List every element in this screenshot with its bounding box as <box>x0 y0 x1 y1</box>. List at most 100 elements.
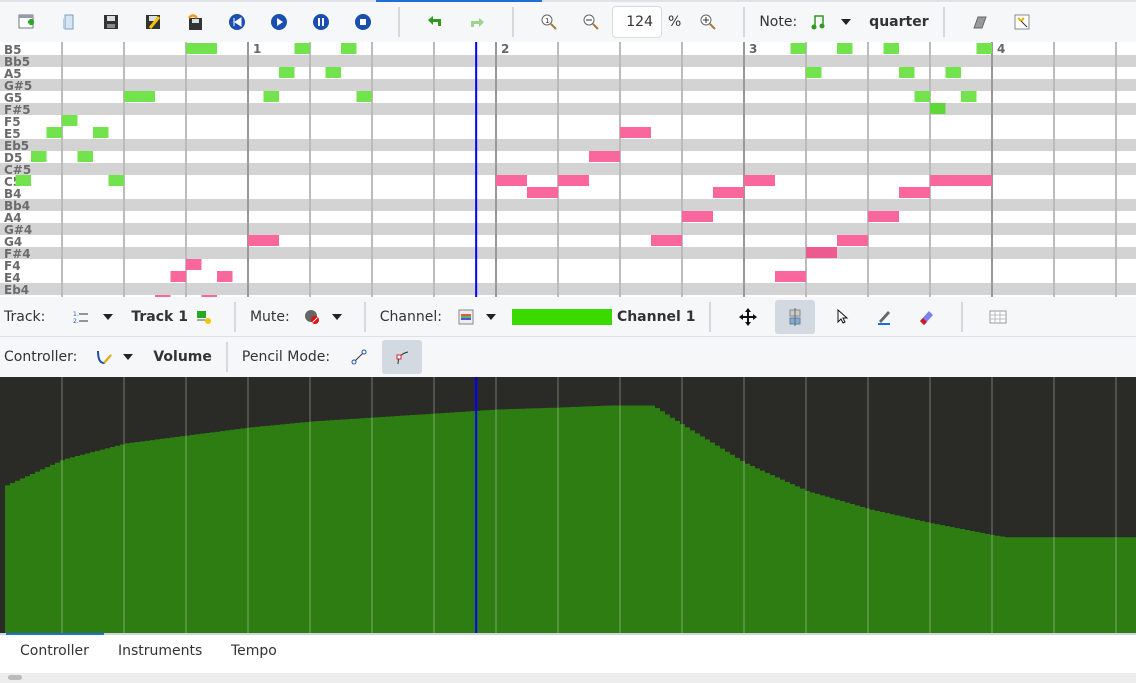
new-track-button[interactable] <box>194 302 214 332</box>
midi-note <box>186 259 202 270</box>
channel-button[interactable] <box>454 302 478 332</box>
midi-note <box>558 175 589 186</box>
size-tool-button[interactable] <box>775 299 816 334</box>
magic-icon <box>1014 14 1030 30</box>
tab-tempo[interactable]: Tempo <box>231 643 277 659</box>
channel-dropdown-arrow[interactable] <box>485 313 496 320</box>
track-label: Track: <box>4 308 46 325</box>
track-toolbar: Track: 1. 2. Track 1 Mute: Channel: Chann… <box>0 297 1136 337</box>
note-label: Note: <box>759 14 798 30</box>
open-file-icon <box>63 14 74 30</box>
track-dropdown-arrow[interactable] <box>103 313 114 320</box>
channel-value: Channel 1 <box>616 308 696 325</box>
midi-note <box>961 91 977 102</box>
open-file-button[interactable] <box>54 7 84 37</box>
stop-button[interactable] <box>348 7 378 37</box>
mute-dropdown-arrow[interactable] <box>331 313 342 320</box>
controller-toolbar: Controller: Volume Pencil Mode: <box>0 337 1136 377</box>
new-file-button[interactable] <box>12 7 42 37</box>
revert-button[interactable] <box>180 7 210 37</box>
black-key-row <box>0 283 1136 295</box>
pencil-tool-button[interactable] <box>869 302 899 332</box>
select-tool-button[interactable] <box>827 302 857 332</box>
pencil-line-button[interactable] <box>344 342 374 372</box>
save-icon <box>104 15 118 29</box>
midi-note <box>837 235 868 246</box>
move-icon <box>739 307 758 326</box>
move-tool-button[interactable] <box>733 302 763 332</box>
controller-button[interactable] <box>93 342 115 372</box>
midi-note <box>496 175 527 186</box>
undo-button[interactable] <box>420 7 450 37</box>
midi-note <box>325 67 341 78</box>
undo-icon <box>428 16 441 26</box>
skip-back-button[interactable] <box>222 7 252 37</box>
midi-note <box>806 67 822 78</box>
controller-icon <box>97 350 113 365</box>
black-key-row <box>0 163 1136 175</box>
separator <box>961 301 964 332</box>
black-key-row <box>0 55 1136 67</box>
save-button[interactable] <box>96 7 126 37</box>
zoom-level-input[interactable]: 124 <box>612 6 662 38</box>
save-as-button[interactable] <box>138 7 168 37</box>
black-key-row <box>0 139 1136 151</box>
pencil-freehand-button[interactable] <box>382 340 423 374</box>
revert-icon <box>188 14 202 30</box>
main-toolbar: 1 124 % Note: quarter <box>0 0 1136 42</box>
track-list-button[interactable]: 1. 2. <box>71 302 91 332</box>
active-tab-indicator <box>6 633 104 635</box>
measure-number: 4 <box>997 42 1005 56</box>
piano-roll[interactable]: B5 Bb5 A5 G#5 G5 F#5 F5 E5 Eb5 D5 C#5 C5 B4 Bb4 A4 G#4 G… <box>0 42 1136 297</box>
controller-dropdown-arrow[interactable] <box>123 354 134 360</box>
eraser-button[interactable] <box>965 7 995 37</box>
scrollbar-handle[interactable] <box>8 675 22 680</box>
measure-number: 3 <box>749 42 757 56</box>
magic-button[interactable] <box>1007 7 1037 37</box>
midi-note <box>914 91 930 102</box>
redo-button[interactable] <box>462 7 492 37</box>
grid-button[interactable] <box>983 302 1013 332</box>
zoom-reset-button[interactable]: 1 <box>534 7 564 37</box>
bottom-tabs: Controller Instruments Tempo <box>0 633 1136 673</box>
channel-icon <box>458 309 474 324</box>
eraser-icon <box>972 16 987 29</box>
zoom-reset-icon: 1 <box>541 14 557 30</box>
track-value: Track 1 <box>131 308 188 325</box>
separator <box>942 7 945 37</box>
play-button[interactable] <box>264 7 294 37</box>
piano-roll-canvas[interactable]: B5Bb5A5G#5G5F#5F5E5Eb5D5C#5C5B4Bb4A4G#4G… <box>0 42 1136 297</box>
pause-button[interactable] <box>306 7 336 37</box>
controller-canvas[interactable] <box>0 377 1136 633</box>
note-dropdown-arrow[interactable] <box>841 19 852 25</box>
midi-note <box>682 211 713 222</box>
horizontal-scrollbar[interactable] <box>0 673 1136 683</box>
save-as-icon <box>146 15 161 29</box>
midi-note <box>62 115 78 126</box>
black-key-row <box>0 199 1136 211</box>
midi-note <box>945 67 961 78</box>
grid-icon <box>989 310 1007 323</box>
eraser-tool-button[interactable] <box>911 302 941 332</box>
midi-note <box>356 91 372 102</box>
midi-note <box>899 67 915 78</box>
midi-note <box>744 175 775 186</box>
cursor-icon <box>837 308 849 324</box>
measure-number: 1 <box>253 42 261 56</box>
tab-instruments[interactable]: Instruments <box>118 643 202 659</box>
midi-note <box>263 91 279 102</box>
zoom-out-button[interactable] <box>576 7 606 37</box>
midi-note <box>108 175 124 186</box>
zoom-in-button[interactable] <box>693 7 723 37</box>
toolbar-accent <box>376 0 542 2</box>
midi-note <box>806 247 837 258</box>
note-length-button[interactable] <box>803 7 833 37</box>
midi-note <box>868 211 899 222</box>
tab-controller[interactable]: Controller <box>20 643 89 659</box>
controller-editor[interactable] <box>0 377 1136 633</box>
midi-note <box>775 271 806 282</box>
mute-button[interactable] <box>300 302 324 332</box>
black-key-row <box>0 79 1136 91</box>
svg-text:2.: 2. <box>73 318 79 325</box>
volume-curve <box>4 405 1136 633</box>
